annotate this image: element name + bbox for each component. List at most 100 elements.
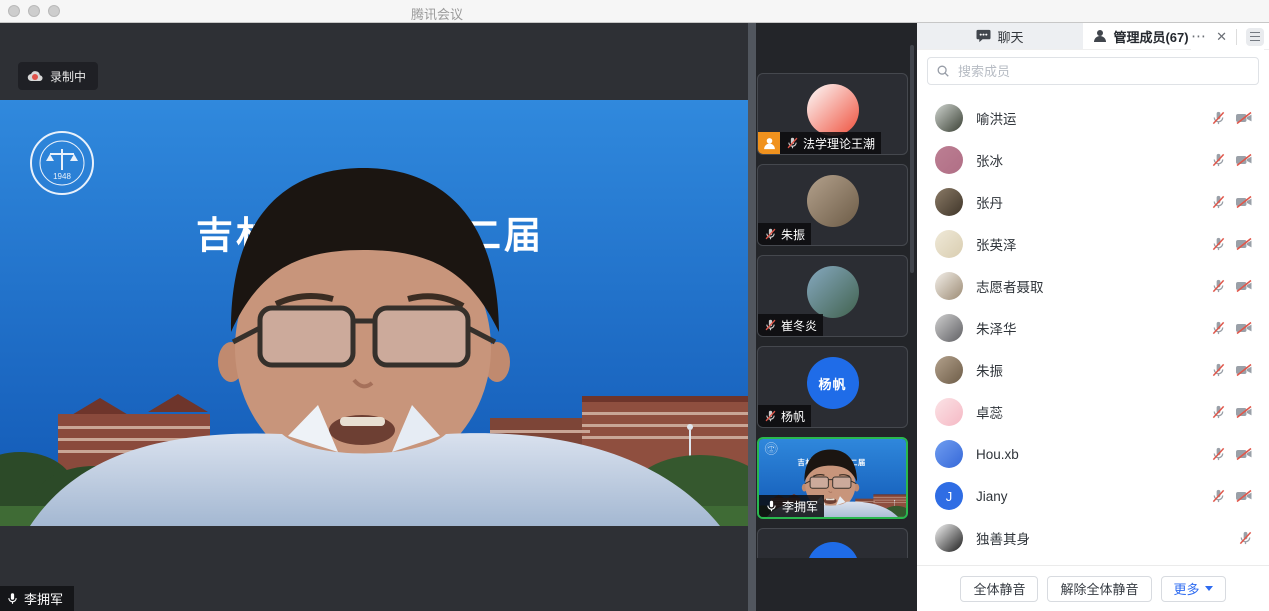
recording-dot — [32, 74, 38, 80]
mic-muted-icon[interactable] — [1211, 194, 1226, 210]
mic-muted-icon[interactable] — [1211, 446, 1226, 462]
speaker-video-frame — [0, 100, 748, 526]
member-avatar — [935, 440, 963, 468]
thumbnail-avatar — [807, 84, 859, 136]
member-name: 张丹 — [976, 192, 1211, 212]
mic-muted-icon[interactable] — [1211, 320, 1226, 336]
speaker-name-label: 李拥军 — [0, 586, 74, 611]
member-avatar — [935, 356, 963, 384]
member-name: 朱泽华 — [976, 318, 1211, 338]
thumbnail-name: 朱振 — [781, 226, 805, 243]
member-name: 独善其身 — [976, 528, 1238, 548]
mic-muted-icon[interactable] — [1211, 236, 1226, 252]
video-thumbnail[interactable] — [757, 528, 908, 558]
mic-muted-icon[interactable] — [1211, 152, 1226, 168]
panel-splitter[interactable] — [748, 23, 756, 611]
video-thumbnail[interactable]: 朱振 — [757, 164, 908, 246]
member-row[interactable]: Hou.xb — [917, 433, 1269, 475]
tab-chat[interactable]: 聊天 — [917, 23, 1083, 49]
chat-icon — [976, 29, 991, 43]
video-thumbnail[interactable]: 杨帆 杨帆 — [757, 346, 908, 428]
member-row[interactable]: 张冰 — [917, 139, 1269, 181]
member-avatar — [935, 146, 963, 174]
video-thumbnail[interactable]: 李拥军 — [757, 437, 908, 519]
mute-all-button[interactable]: 全体静音 — [960, 576, 1038, 602]
member-avatar — [935, 104, 963, 132]
member-row[interactable]: 独善其身 — [917, 517, 1269, 559]
mic-muted-icon[interactable] — [1211, 110, 1226, 126]
recording-badge: 录制中 — [18, 62, 98, 90]
member-row[interactable]: 朱泽华 — [917, 307, 1269, 349]
video-thumbnail[interactable]: 崔冬炎 — [757, 255, 908, 337]
mic-muted-icon[interactable] — [1211, 488, 1226, 504]
member-list: 喻洪运 张冰 — [917, 97, 1269, 565]
camera-off-icon[interactable] — [1235, 363, 1253, 377]
mic-muted-icon — [786, 136, 799, 150]
controls-divider — [1236, 29, 1237, 45]
main-video[interactable]: 录制中 李拥军 — [0, 23, 748, 611]
members-panel: 聊天 管理成员(67) ⋯ ✕ 喻洪运 — [917, 23, 1269, 611]
member-avatar: J — [935, 482, 963, 510]
layout-menu-icon[interactable] — [1246, 28, 1264, 46]
close-window-button[interactable] — [8, 5, 20, 17]
member-name: Jiany — [976, 489, 1211, 504]
camera-off-icon[interactable] — [1235, 279, 1253, 293]
member-row[interactable]: 卓蕊 — [917, 391, 1269, 433]
member-icon — [1093, 29, 1107, 43]
mic-on-icon — [6, 591, 19, 606]
thumbnail-name: 杨帆 — [781, 408, 805, 425]
member-row[interactable]: 朱振 — [917, 349, 1269, 391]
member-name: 朱振 — [976, 360, 1211, 380]
camera-off-icon[interactable] — [1235, 153, 1253, 167]
more-options-icon[interactable]: ⋯ — [1191, 32, 1207, 42]
member-row[interactable]: 志愿者聂取 — [917, 265, 1269, 307]
video-thumbnail[interactable]: 法学理论王潮 — [757, 73, 908, 155]
unmute-all-button[interactable]: 解除全体静音 — [1047, 576, 1151, 602]
camera-off-icon[interactable] — [1235, 447, 1253, 461]
member-row[interactable]: J Jiany — [917, 475, 1269, 517]
thumbnail-name-label: 杨帆 — [758, 405, 811, 427]
member-name: 卓蕊 — [976, 402, 1211, 422]
mic-muted-icon[interactable] — [1211, 362, 1226, 378]
mic-muted-icon[interactable] — [1211, 278, 1226, 294]
camera-off-icon[interactable] — [1235, 321, 1253, 335]
more-button[interactable]: 更多 — [1161, 576, 1226, 602]
thumbnail-name: 法学理论王潮 — [803, 135, 875, 152]
minimize-window-button[interactable] — [28, 5, 40, 17]
host-badge — [758, 132, 780, 154]
camera-off-icon[interactable] — [1235, 195, 1253, 209]
thumbnail-avatar — [807, 175, 859, 227]
camera-off-icon[interactable] — [1235, 237, 1253, 251]
thumbnail-name-label: 李拥军 — [759, 495, 824, 517]
member-row[interactable]: 张英泽 — [917, 223, 1269, 265]
window-titlebar: 腾讯会议 — [0, 0, 1269, 23]
panel-footer: 全体静音 解除全体静音 更多 — [917, 565, 1269, 611]
mic-muted-icon[interactable] — [1211, 404, 1226, 420]
mic-muted-icon[interactable] — [1238, 530, 1253, 546]
thumbnail-name-label: 崔冬炎 — [758, 314, 823, 336]
speaker-name: 李拥军 — [24, 589, 63, 608]
member-name: Hou.xb — [976, 447, 1211, 462]
camera-off-icon[interactable] — [1235, 489, 1253, 503]
search-input[interactable] — [956, 63, 1250, 80]
camera-off-icon[interactable] — [1235, 111, 1253, 125]
strip-scrollbar[interactable] — [910, 45, 914, 273]
member-name: 喻洪运 — [976, 108, 1211, 128]
member-name: 志愿者聂取 — [976, 276, 1211, 296]
camera-off-icon[interactable] — [1235, 405, 1253, 419]
more-button-label: 更多 — [1174, 579, 1200, 598]
member-name: 张冰 — [976, 150, 1211, 170]
panel-controls: ⋯ ✕ — [1191, 23, 1264, 50]
member-row[interactable]: 张丹 — [917, 181, 1269, 223]
member-row[interactable]: 喻洪运 — [917, 97, 1269, 139]
member-avatar — [935, 314, 963, 342]
meeting-window: 腾讯会议 录制中 李拥军 — [0, 0, 1269, 611]
member-search[interactable] — [927, 57, 1259, 85]
thumbnail-avatar — [807, 542, 859, 558]
mic-muted-icon — [764, 409, 777, 423]
close-panel-icon[interactable]: ✕ — [1216, 29, 1227, 45]
zoom-window-button[interactable] — [48, 5, 60, 17]
mic-muted-icon — [764, 227, 777, 241]
recording-label: 录制中 — [50, 68, 86, 85]
thumbnail-strip: 法学理论王潮 朱振 — [748, 23, 917, 611]
